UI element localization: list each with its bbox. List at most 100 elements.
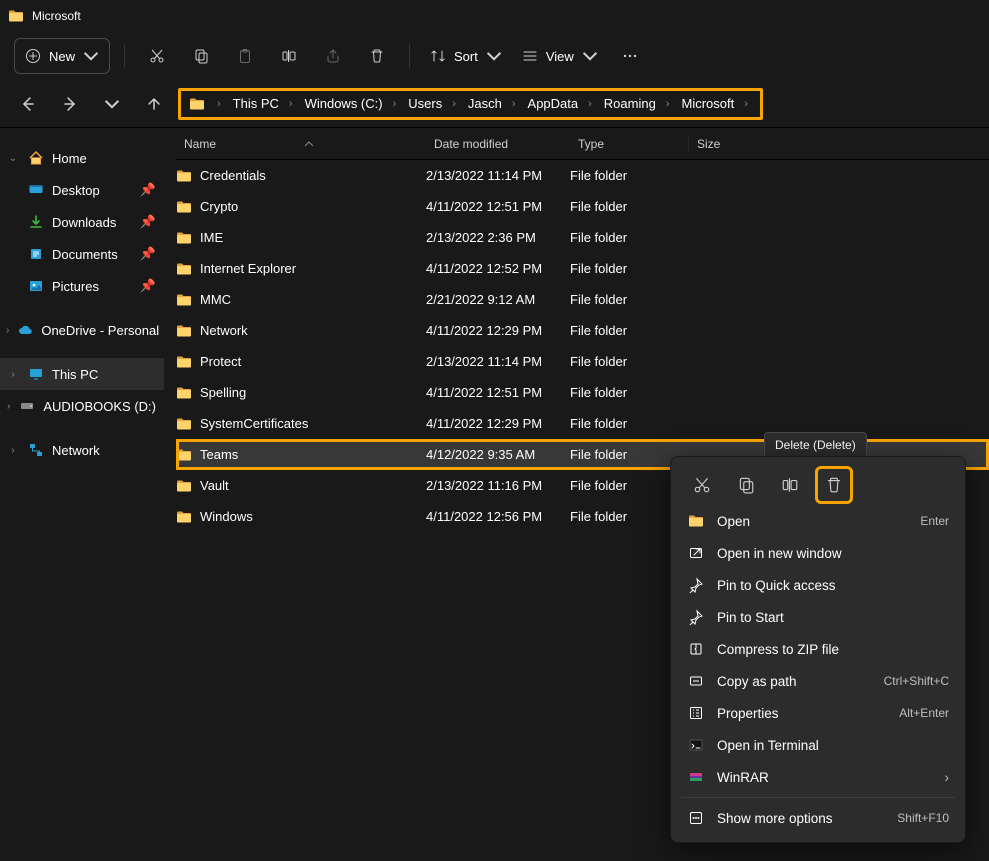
file-date: 4/11/2022 12:56 PM [426, 509, 542, 524]
sidebar-item-documents[interactable]: Documents 📌 [0, 238, 164, 270]
ctx-item-open-new-window[interactable]: Open in new window [671, 537, 965, 569]
chevron-down-icon [83, 48, 99, 64]
ctx-rename-button[interactable] [773, 468, 807, 502]
table-row[interactable]: Spelling4/11/2022 12:51 PMFile folder [176, 377, 989, 408]
arrow-up-icon [146, 96, 162, 112]
breadcrumb-label: This PC [233, 96, 279, 111]
breadcrumb-item[interactable]: This PC› [229, 96, 297, 111]
sidebar-item-desktop[interactable]: Desktop 📌 [0, 174, 164, 206]
back-button[interactable] [10, 86, 46, 122]
file-type: File folder [570, 323, 627, 338]
pin-icon: 📌 [140, 182, 156, 198]
file-name: Windows [200, 509, 253, 524]
ctx-copy-button[interactable] [729, 468, 763, 502]
ctx-item-winrar[interactable]: WinRAR › [671, 761, 965, 793]
copy-button[interactable] [183, 38, 219, 74]
file-date: 4/11/2022 12:52 PM [426, 261, 542, 276]
ctx-cut-button[interactable] [685, 468, 719, 502]
properties-icon [687, 704, 705, 722]
breadcrumb-item[interactable]: Microsoft› [678, 96, 752, 111]
sidebar-item-label: Downloads [52, 215, 116, 230]
table-row[interactable]: Crypto4/11/2022 12:51 PMFile folder [176, 191, 989, 222]
file-name: IME [200, 230, 223, 245]
sidebar-item-this-pc[interactable]: › This PC [0, 358, 164, 390]
history-button[interactable] [94, 86, 130, 122]
folder-icon [176, 292, 192, 308]
table-row[interactable]: Network4/11/2022 12:29 PMFile folder [176, 315, 989, 346]
breadcrumb-item[interactable]: Users› [404, 96, 460, 111]
chevron-down-icon: ⌄ [6, 153, 20, 164]
ctx-item-compress-zip[interactable]: Compress to ZIP file [671, 633, 965, 665]
ellipsis-icon [622, 48, 638, 64]
column-date[interactable]: Date modified [426, 137, 570, 151]
table-row[interactable]: Internet Explorer4/11/2022 12:52 PMFile … [176, 253, 989, 284]
file-type: File folder [570, 385, 627, 400]
sidebar-item-onedrive[interactable]: › OneDrive - Personal [0, 314, 164, 346]
sidebar-item-audiobooks[interactable]: › AUDIOBOOKS (D:) [0, 390, 164, 422]
ctx-item-properties[interactable]: Properties Alt+Enter [671, 697, 965, 729]
terminal-icon [687, 736, 705, 754]
file-type: File folder [570, 416, 627, 431]
folder-icon [176, 478, 192, 494]
file-name: Teams [200, 447, 238, 462]
breadcrumb-item[interactable]: Roaming› [600, 96, 674, 111]
delete-button[interactable] [359, 38, 395, 74]
toolbar-separator [409, 44, 410, 68]
column-type[interactable]: Type [570, 137, 688, 151]
more-options-icon [687, 809, 705, 827]
ctx-delete-button[interactable] [817, 468, 851, 502]
folder-icon [687, 512, 705, 530]
file-name: Internet Explorer [200, 261, 296, 276]
copy-icon [737, 476, 755, 494]
file-type: File folder [570, 292, 627, 307]
sidebar-item-home[interactable]: ⌄ Home [0, 142, 164, 174]
sidebar-item-pictures[interactable]: Pictures 📌 [0, 270, 164, 302]
table-row[interactable]: Protect2/13/2022 11:14 PMFile folder [176, 346, 989, 377]
table-row[interactable]: SystemCertificates4/11/2022 12:29 PMFile… [176, 408, 989, 439]
new-label: New [49, 49, 75, 64]
sort-button[interactable]: Sort [424, 38, 508, 74]
ctx-item-shortcut: Shift+F10 [897, 811, 949, 825]
sidebar-item-downloads[interactable]: Downloads 📌 [0, 206, 164, 238]
breadcrumb-label: Users [408, 96, 442, 111]
table-row[interactable]: IME2/13/2022 2:36 PMFile folder [176, 222, 989, 253]
file-date: 2/13/2022 11:14 PM [426, 354, 542, 369]
rename-icon [281, 48, 297, 64]
breadcrumb[interactable]: › This PC› Windows (C:)› Users› Jasch› A… [178, 88, 763, 120]
table-row[interactable]: MMC2/21/2022 9:12 AMFile folder [176, 284, 989, 315]
ctx-item-pin-start[interactable]: Pin to Start [671, 601, 965, 633]
download-icon [28, 214, 44, 230]
ctx-item-open-terminal[interactable]: Open in Terminal [671, 729, 965, 761]
up-button[interactable] [136, 86, 172, 122]
file-name: Crypto [200, 199, 238, 214]
column-headers: Name Date modified Type Size [176, 128, 989, 160]
ctx-item-show-more[interactable]: Show more options Shift+F10 [671, 802, 965, 834]
pin-icon [687, 608, 705, 626]
breadcrumb-label: AppData [528, 96, 579, 111]
breadcrumb-item[interactable]: Jasch› [464, 96, 520, 111]
sidebar-item-network[interactable]: › Network [0, 434, 164, 466]
ctx-item-pin-quick[interactable]: Pin to Quick access [671, 569, 965, 601]
column-size[interactable]: Size [688, 137, 768, 151]
view-button[interactable]: View [516, 38, 604, 74]
breadcrumb-sep[interactable]: › [209, 98, 225, 110]
new-button[interactable]: New [14, 38, 110, 74]
file-date: 2/21/2022 9:12 AM [426, 292, 535, 307]
breadcrumb-item[interactable]: Windows (C:)› [301, 96, 401, 111]
cut-button[interactable] [139, 38, 175, 74]
arrow-left-icon [20, 96, 36, 112]
breadcrumb-label: Microsoft [682, 96, 735, 111]
context-menu-icon-row [671, 465, 965, 505]
ctx-item-open[interactable]: Open Enter [671, 505, 965, 537]
ctx-item-copy-path[interactable]: Copy as path Ctrl+Shift+C [671, 665, 965, 697]
more-button[interactable] [612, 38, 648, 74]
file-type: File folder [570, 478, 627, 493]
forward-button[interactable] [52, 86, 88, 122]
table-row[interactable]: Credentials2/13/2022 11:14 PMFile folder [176, 160, 989, 191]
file-name: Vault [200, 478, 229, 493]
breadcrumb-item[interactable]: AppData› [524, 96, 596, 111]
rename-button[interactable] [271, 38, 307, 74]
column-name[interactable]: Name [176, 137, 426, 151]
open-new-window-icon [687, 544, 705, 562]
toolbar-separator [124, 44, 125, 68]
